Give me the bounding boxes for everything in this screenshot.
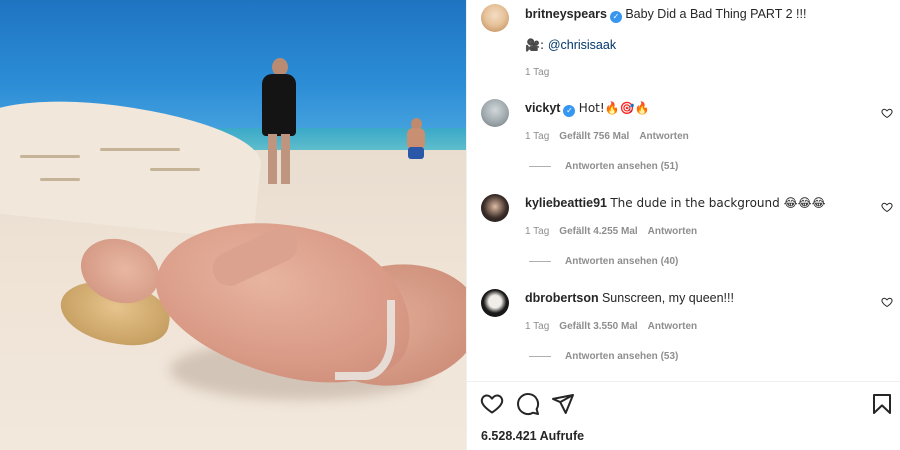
avatar[interactable] [481,4,509,32]
caption-credit: 🎥: @chrisisaak [525,38,616,52]
like-comment-heart-icon[interactable] [881,201,893,213]
post-time: 1 Tag [525,67,550,78]
comment-icon[interactable] [516,392,540,416]
comment-likes[interactable]: Gefällt 4.255 Mal [559,226,637,237]
reply-button[interactable]: Antworten [648,321,697,332]
like-comment-heart-icon[interactable] [881,296,893,308]
view-count: 6.528.421 Aufrufe [481,429,585,443]
comment-likes[interactable]: Gefällt 3.550 Mal [559,321,637,332]
bookmark-icon[interactable] [870,392,894,416]
comment: kyliebeattie91 The dude in the backgroun… [525,196,826,210]
comment-text: Hot!🔥🎯🔥 [578,101,650,115]
heart-icon[interactable] [480,392,504,416]
woman-lying [55,195,466,425]
post-video[interactable] [0,0,466,450]
avatar[interactable] [481,99,509,127]
camera-icon: 🎥: [525,38,548,52]
avatar[interactable] [481,289,509,317]
view-replies-button[interactable]: Antworten ansehen (51) [529,161,678,172]
comment-username[interactable]: kyliebeattie91 [525,196,607,210]
share-icon[interactable] [551,392,575,416]
man-in-water [404,118,428,164]
seaweed [150,168,200,171]
reply-button[interactable]: Antworten [639,131,688,142]
comment: vickyt ✓ Hot!🔥🎯🔥 [525,101,650,117]
mention-link[interactable]: @chrisisaak [548,38,616,52]
caption-line: britneyspears ✓ Baby Did a Bad Thing PART… [525,7,806,23]
comment-likes[interactable]: Gefällt 756 Mal [559,131,629,142]
reply-button[interactable]: Antworten [648,226,697,237]
view-replies-button[interactable]: Antworten ansehen (53) [529,351,678,362]
man-standing [258,58,298,186]
seaweed [20,155,80,158]
instagram-post-view: britneyspears ✓ Baby Did a Bad Thing PART… [0,0,900,450]
like-comment-heart-icon[interactable] [881,107,893,119]
comment-meta: 1 Tag Gefällt 4.255 Mal Antworten [525,226,698,237]
view-replies-button[interactable]: Antworten ansehen (40) [529,256,678,267]
post-sidebar: britneyspears ✓ Baby Did a Bad Thing PART… [466,0,900,450]
author-username[interactable]: britneyspears [525,7,607,21]
comment-username[interactable]: dbrobertson [525,291,599,305]
comment-text: The dude in the background 😂😂😂 [610,196,826,210]
verified-icon: ✓ [563,105,576,117]
comment-meta: 1 Tag Gefällt 3.550 Mal Antworten [525,321,698,332]
seaweed [100,148,180,151]
comment-meta: 1 Tag Gefällt 756 Mal Antworten [525,131,689,142]
comment: dbrobertson Sunscreen, my queen!!! [525,291,734,305]
comment-username[interactable]: vickyt [525,101,560,115]
caption-text: Baby Did a Bad Thing PART 2 !!! [625,7,807,21]
seaweed [40,178,80,181]
verified-icon: ✓ [609,11,622,23]
comment-text: Sunscreen, my queen!!! [601,291,734,305]
avatar[interactable] [481,194,509,222]
divider [467,381,900,382]
